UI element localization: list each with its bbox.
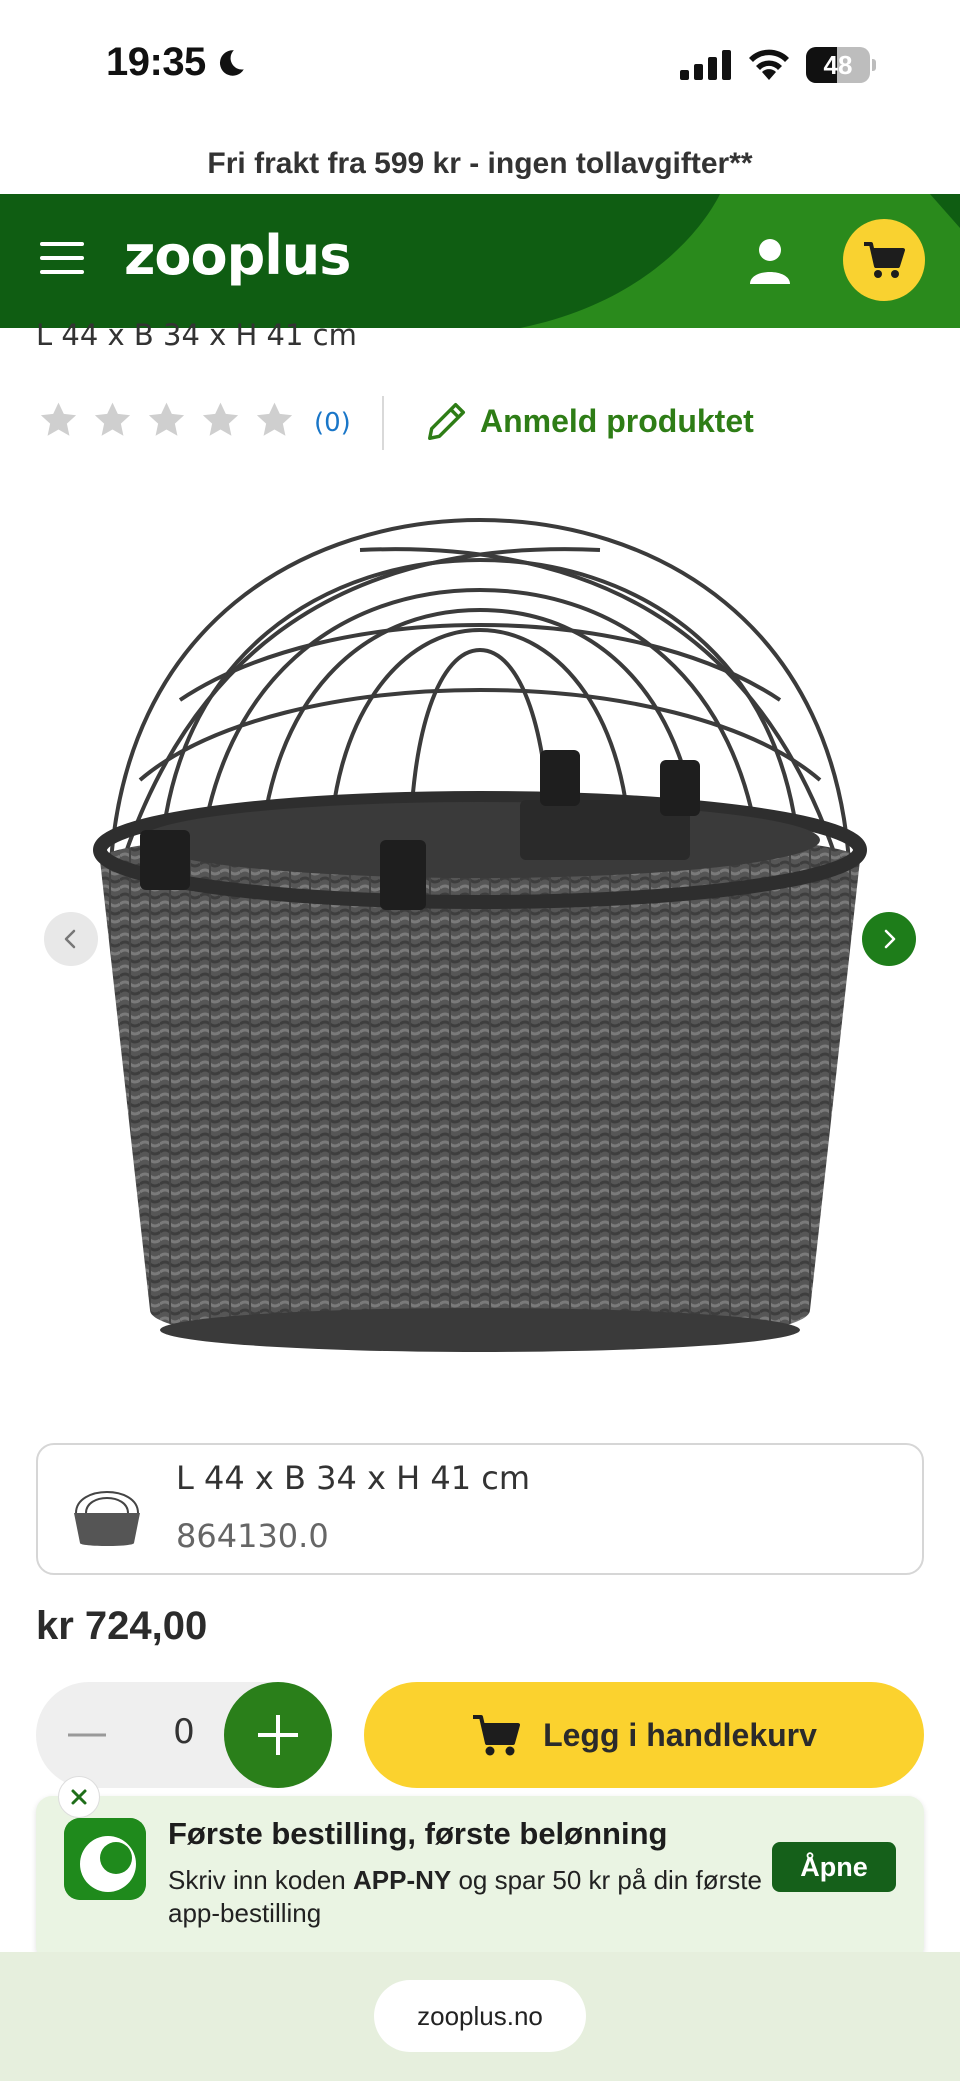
cart-button[interactable] <box>843 219 925 301</box>
promo-body: Skriv inn koden APP-NY og spar 50 kr på … <box>168 1864 768 1930</box>
variant-name: L 44 x B 34 x H 41 cm <box>176 1459 531 1497</box>
rating-row: (0) Anmeld produktet <box>38 396 938 450</box>
address-bar[interactable]: zooplus.no <box>374 1980 586 2052</box>
menu-icon[interactable] <box>40 240 84 276</box>
promo-open-button[interactable]: Åpne <box>772 1842 896 1892</box>
promo-code: APP-NY <box>352 1865 452 1895</box>
star-icon <box>148 402 185 436</box>
quantity-value[interactable]: 0 <box>164 1712 204 1752</box>
wifi-icon <box>749 49 789 80</box>
write-review-link[interactable]: Anmeld produktet <box>424 398 754 444</box>
browser-bottom-bar: zooplus.no <box>0 1952 960 2081</box>
star-icon <box>40 402 77 436</box>
product-price: kr 724,00 <box>36 1604 208 1648</box>
write-review-label: Anmeld produktet <box>480 402 754 439</box>
divider <box>382 396 384 450</box>
status-time: 19:35 <box>106 40 248 85</box>
status-bar: 19:35 48 <box>0 0 960 118</box>
product-image[interactable] <box>80 500 880 1380</box>
cart-icon <box>473 1715 521 1756</box>
minus-icon <box>68 1733 106 1737</box>
zooplus-app-icon <box>64 1818 146 1900</box>
star-icon <box>256 402 293 436</box>
star-icon <box>94 402 131 436</box>
site-header: zooplus <box>0 194 960 328</box>
signal-icon <box>680 50 731 80</box>
variant-selector[interactable]: L 44 x B 34 x H 41 cm 864130.0 <box>36 1443 924 1575</box>
quantity-decrease-button[interactable] <box>66 1714 108 1756</box>
variant-sku: 864130.0 <box>176 1517 329 1555</box>
quantity-increase-button[interactable] <box>224 1682 332 1788</box>
add-to-cart-button[interactable]: Legg i handlekurv <box>364 1682 924 1788</box>
rating-stars <box>38 400 295 441</box>
promo-body-prefix: Skriv inn koden <box>168 1865 353 1895</box>
quantity-stepper: 0 <box>36 1682 332 1788</box>
promo-title: Første bestilling, første belønning <box>168 1816 668 1851</box>
plus-icon <box>258 1715 298 1755</box>
moon-icon <box>219 49 244 76</box>
promo-close-button[interactable] <box>58 1776 100 1818</box>
gallery-prev-button[interactable] <box>44 912 98 966</box>
pencil-icon <box>428 402 466 440</box>
add-to-cart-label: Legg i handlekurv <box>543 1716 817 1753</box>
battery-indicator: 48 <box>806 47 876 83</box>
product-title-peek: L 44 x B 34 x H 41 cm <box>36 318 357 352</box>
user-icon[interactable] <box>748 238 792 284</box>
star-icon <box>202 402 239 436</box>
variant-thumbnail <box>74 1491 140 1546</box>
chevron-left-icon <box>64 929 76 949</box>
close-icon <box>71 1789 87 1805</box>
rating-count-link[interactable]: (0) <box>314 408 351 438</box>
battery-text: 48 <box>823 50 853 80</box>
app-promo-banner: Første bestilling, første belønning Skri… <box>36 1776 924 1962</box>
product-gallery[interactable] <box>0 480 960 1400</box>
zooplus-logo[interactable]: zooplus <box>124 224 351 287</box>
status-time-text: 19:35 <box>106 40 206 84</box>
cart-icon <box>864 242 905 278</box>
free-shipping-banner[interactable]: Fri frakt fra 599 kr - ingen tollavgifte… <box>0 136 960 192</box>
gallery-next-button[interactable] <box>862 912 916 966</box>
chevron-right-icon <box>884 929 896 949</box>
